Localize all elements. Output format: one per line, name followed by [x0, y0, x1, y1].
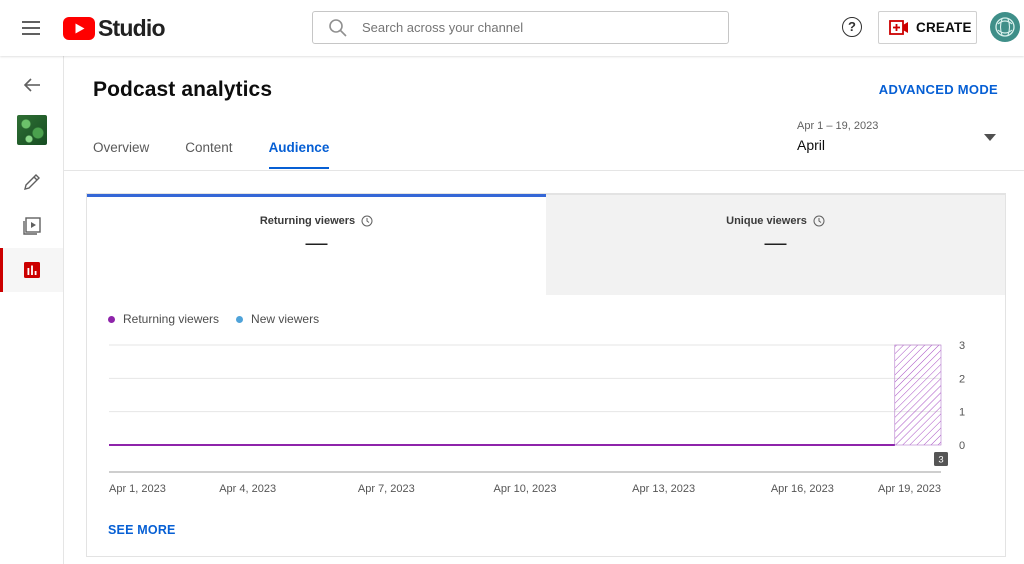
pencil-icon	[23, 174, 40, 190]
search-icon	[329, 18, 347, 37]
top-bar: Studio ? CREATE	[0, 0, 1024, 56]
podcast-thumbnail-image	[16, 115, 47, 145]
content-button[interactable]	[0, 204, 63, 248]
podcast-thumbnail[interactable]	[0, 108, 63, 152]
help-icon[interactable]: ?	[842, 17, 862, 37]
analytics-icon	[23, 262, 40, 278]
avatar[interactable]	[990, 12, 1020, 42]
x-tick-label: Apr 16, 2023	[771, 483, 834, 495]
search-input[interactable]	[362, 20, 728, 35]
incomplete-period-area	[894, 344, 942, 446]
legend-item-returning[interactable]: Returning viewers	[108, 312, 219, 326]
metric-tab-unique-viewers[interactable]: Unique viewers —	[546, 194, 1005, 295]
y-tick-label: 0	[959, 440, 965, 452]
x-tick-label: Apr 10, 2023	[494, 483, 557, 495]
caret-down-icon	[984, 134, 996, 141]
chart-legend: Returning viewers New viewers	[108, 312, 336, 326]
x-tick-label: Apr 4, 2023	[219, 483, 276, 495]
x-tick-label: Apr 1, 2023	[109, 483, 166, 495]
legend-swatch-new	[236, 315, 244, 323]
video-camera-plus-icon	[889, 20, 908, 35]
metric-title: Unique viewers	[726, 215, 807, 227]
analytics-button[interactable]	[0, 248, 63, 292]
marker-badge-label: 3	[938, 455, 943, 466]
metric-tab-returning-viewers[interactable]: Returning viewers —	[87, 194, 546, 295]
audience-card: Returning viewers — Unique viewers — Ret…	[86, 193, 1006, 557]
app-name: Studio	[98, 14, 166, 41]
legend-item-new[interactable]: New viewers	[236, 312, 319, 326]
audience-chart: 0 1 2 3 3 Apr 1, 2023 Apr 4, 2023 Apr 7, 2023 Ap…	[109, 340, 965, 495]
page-title: Podcast analytics	[93, 78, 273, 101]
studio-logo[interactable]: Studio	[63, 13, 166, 43]
see-more-link[interactable]: SEE MORE	[108, 523, 176, 537]
date-range: Apr 1 – 19, 2023	[797, 120, 879, 132]
y-tick-label: 2	[959, 373, 965, 385]
legend-label: New viewers	[251, 312, 320, 326]
tab-content[interactable]: Content	[185, 140, 232, 170]
metric-value: —	[764, 230, 787, 255]
clock-icon	[813, 215, 825, 227]
date-period-label: April	[797, 137, 826, 153]
y-tick-label: 3	[959, 340, 965, 352]
menu-icon[interactable]	[18, 15, 44, 41]
youtube-logo-icon	[63, 16, 95, 40]
create-button[interactable]: CREATE	[878, 11, 977, 44]
create-label: CREATE	[916, 20, 972, 35]
metric-value: —	[305, 230, 328, 255]
date-range-picker[interactable]: Apr 1 – 19, 2023 April	[797, 120, 1004, 160]
x-tick-label: Apr 19, 2023	[878, 483, 941, 495]
clock-icon	[361, 215, 373, 227]
y-tick-label: 1	[959, 407, 965, 419]
divider	[64, 170, 1024, 171]
edit-details-button[interactable]	[0, 160, 63, 204]
playlist-play-icon	[22, 217, 41, 235]
active-indicator	[0, 248, 3, 292]
arrow-left-icon	[23, 78, 40, 92]
tab-overview[interactable]: Overview	[93, 140, 149, 170]
analytics-tabs: Overview Content Audience	[93, 140, 365, 170]
x-tick-label: Apr 13, 2023	[632, 483, 695, 495]
tab-audience[interactable]: Audience	[268, 140, 329, 170]
advanced-mode-link[interactable]: ADVANCED MODE	[879, 82, 998, 97]
search-box[interactable]	[312, 11, 729, 44]
avatar-icon	[995, 17, 1015, 37]
metric-title: Returning viewers	[259, 215, 356, 227]
left-rail	[0, 56, 64, 564]
legend-swatch-returning	[108, 315, 115, 323]
back-button[interactable]	[0, 63, 63, 107]
legend-label: Returning viewers	[123, 312, 220, 326]
x-tick-label: Apr 7, 2023	[358, 483, 415, 495]
